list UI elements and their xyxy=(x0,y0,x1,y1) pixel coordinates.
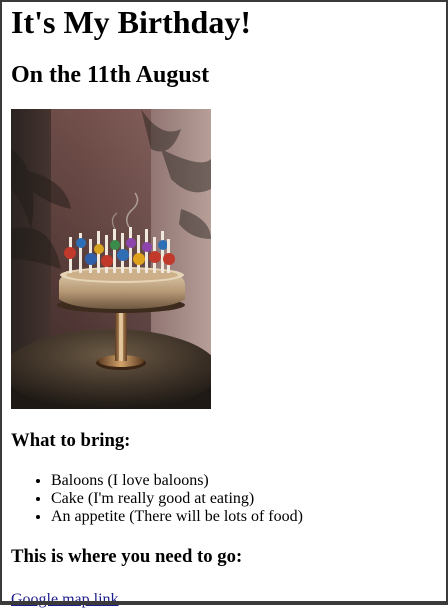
bring-list: Baloons (I love baloons) Cake (I'm reall… xyxy=(11,472,441,526)
party-date: On the 11th August xyxy=(11,62,210,88)
list-item: An appetite (There will be lots of food) xyxy=(51,508,441,526)
list-item: Baloons (I love baloons) xyxy=(51,472,441,490)
birthday-cake-photo xyxy=(11,109,211,409)
location-heading: This is where you need to go: xyxy=(11,546,243,567)
what-to-bring-heading: What to bring: xyxy=(11,430,131,451)
list-item: Cake (I'm really good at eating) xyxy=(51,490,441,508)
page-title: It's My Birthday! xyxy=(11,4,251,40)
google-map-link[interactable]: Google map link xyxy=(11,591,119,609)
page-content: It's My Birthday! On the 11th August Wha… xyxy=(11,0,441,609)
